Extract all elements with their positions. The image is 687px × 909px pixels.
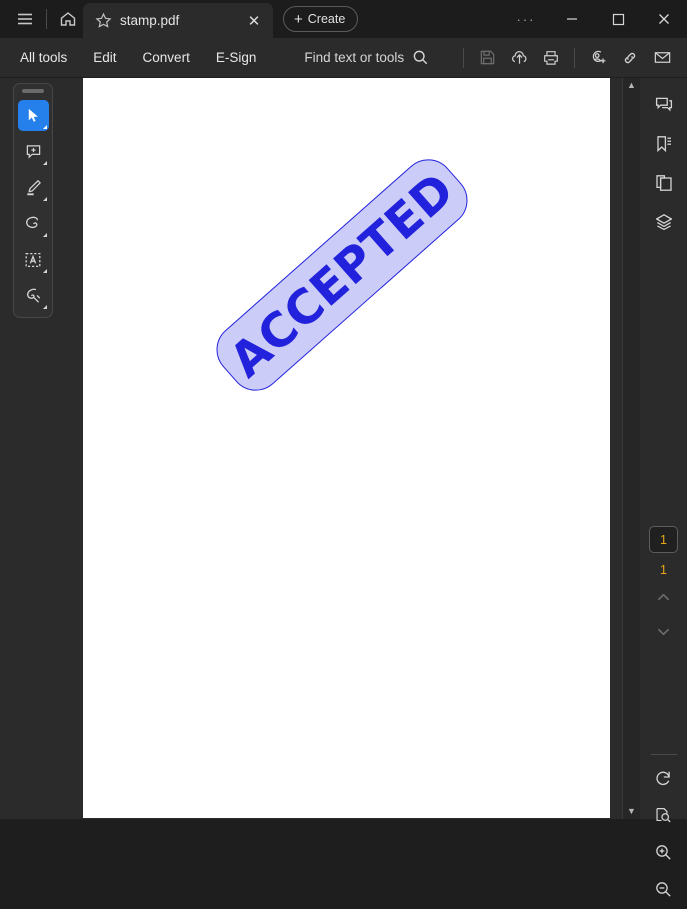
quick-tools-panel: [13, 83, 53, 318]
toolbar-divider-1: [463, 47, 464, 68]
app-body: ACCEPTED ▲ ▼ 1 1: [0, 78, 687, 897]
document-tab[interactable]: stamp.pdf ✕: [83, 3, 273, 38]
page-navigation: 1 1: [640, 526, 687, 645]
pdf-page[interactable]: ACCEPTED: [83, 78, 610, 818]
scroll-up-icon[interactable]: ▲: [627, 81, 636, 90]
tool-caret-icon: [42, 233, 47, 237]
drag-handle[interactable]: [22, 89, 44, 93]
minimize-button[interactable]: [549, 0, 595, 38]
tool-caret-icon: [42, 305, 47, 309]
menu-edit[interactable]: Edit: [83, 45, 126, 70]
highlight-tool[interactable]: [18, 172, 49, 203]
title-bar-left: [0, 0, 83, 38]
find-label: Find text or tools: [304, 50, 405, 65]
tab-title: stamp.pdf: [120, 13, 180, 28]
document-viewport[interactable]: ACCEPTED: [83, 78, 622, 819]
share-add-person-icon[interactable]: [583, 43, 613, 73]
tool-caret-icon: [42, 269, 47, 273]
zoom-out-icon[interactable]: [647, 872, 681, 906]
menu-all-tools[interactable]: All tools: [10, 45, 77, 70]
tool-caret-icon: [42, 161, 47, 165]
tool-caret-icon: [42, 197, 47, 201]
add-comment-tool[interactable]: [18, 136, 49, 167]
scroll-down-icon[interactable]: ▼: [627, 807, 636, 816]
find-control[interactable]: Find text or tools: [304, 49, 429, 66]
text-select-tool[interactable]: [18, 244, 49, 275]
view-tools: [640, 746, 687, 909]
stamp-label: ACCEPTED: [219, 161, 465, 389]
more-dots: ···: [516, 11, 536, 27]
left-rail: [0, 78, 83, 819]
maximize-button[interactable]: [595, 0, 641, 38]
home-icon[interactable]: [53, 4, 83, 34]
more-options-icon[interactable]: ···: [503, 0, 549, 38]
right-rail: 1 1: [640, 78, 687, 897]
title-bar: stamp.pdf ✕ + Create ···: [0, 0, 687, 38]
search-icon[interactable]: [412, 49, 429, 66]
toolbar-action-icons: [457, 43, 677, 73]
fit-page-zoom-icon[interactable]: [647, 798, 681, 832]
previous-page-button[interactable]: [649, 583, 679, 611]
menu-convert[interactable]: Convert: [133, 45, 200, 70]
acrobat-window: stamp.pdf ✕ + Create ··· All tools Edit …: [0, 0, 687, 897]
bookmarks-panel-icon[interactable]: [647, 127, 681, 161]
plus-icon: +: [294, 10, 303, 28]
page-total-label: 1: [660, 563, 667, 577]
page-thumbnails-panel-icon[interactable]: [647, 166, 681, 200]
print-icon[interactable]: [536, 43, 566, 73]
menu-e-sign[interactable]: E-Sign: [206, 45, 267, 70]
main-toolbar: All tools Edit Convert E-Sign Find text …: [0, 38, 687, 78]
vertical-scrollbar[interactable]: ▲ ▼: [622, 78, 640, 819]
comments-panel-icon[interactable]: [647, 88, 681, 122]
email-icon[interactable]: [647, 43, 677, 73]
hamburger-menu-icon[interactable]: [10, 4, 40, 34]
create-button[interactable]: + Create: [283, 6, 359, 32]
rail-divider: [650, 754, 677, 755]
star-icon[interactable]: [95, 12, 112, 29]
create-button-label: Create: [307, 12, 346, 26]
page-number-input[interactable]: 1: [649, 526, 678, 553]
accepted-stamp[interactable]: ACCEPTED: [205, 148, 479, 402]
rotate-clockwise-icon[interactable]: [647, 761, 681, 795]
select-cursor-tool[interactable]: [17, 100, 49, 131]
toolbar-divider-2: [574, 47, 575, 68]
close-window-button[interactable]: [641, 0, 687, 38]
draw-freehand-tool[interactable]: [18, 208, 49, 239]
title-divider: [46, 9, 47, 29]
window-controls: ···: [503, 0, 687, 38]
tool-caret-icon: [42, 125, 47, 129]
link-icon[interactable]: [615, 43, 645, 73]
save-icon[interactable]: [472, 43, 502, 73]
zoom-in-icon[interactable]: [647, 835, 681, 869]
layers-panel-icon[interactable]: [647, 205, 681, 239]
close-tab-icon[interactable]: ✕: [243, 10, 265, 32]
stamp-signature-tool[interactable]: [18, 280, 49, 311]
upload-cloud-icon[interactable]: [504, 43, 534, 73]
next-page-button[interactable]: [649, 617, 679, 645]
stamp-shape: ACCEPTED: [205, 148, 479, 402]
